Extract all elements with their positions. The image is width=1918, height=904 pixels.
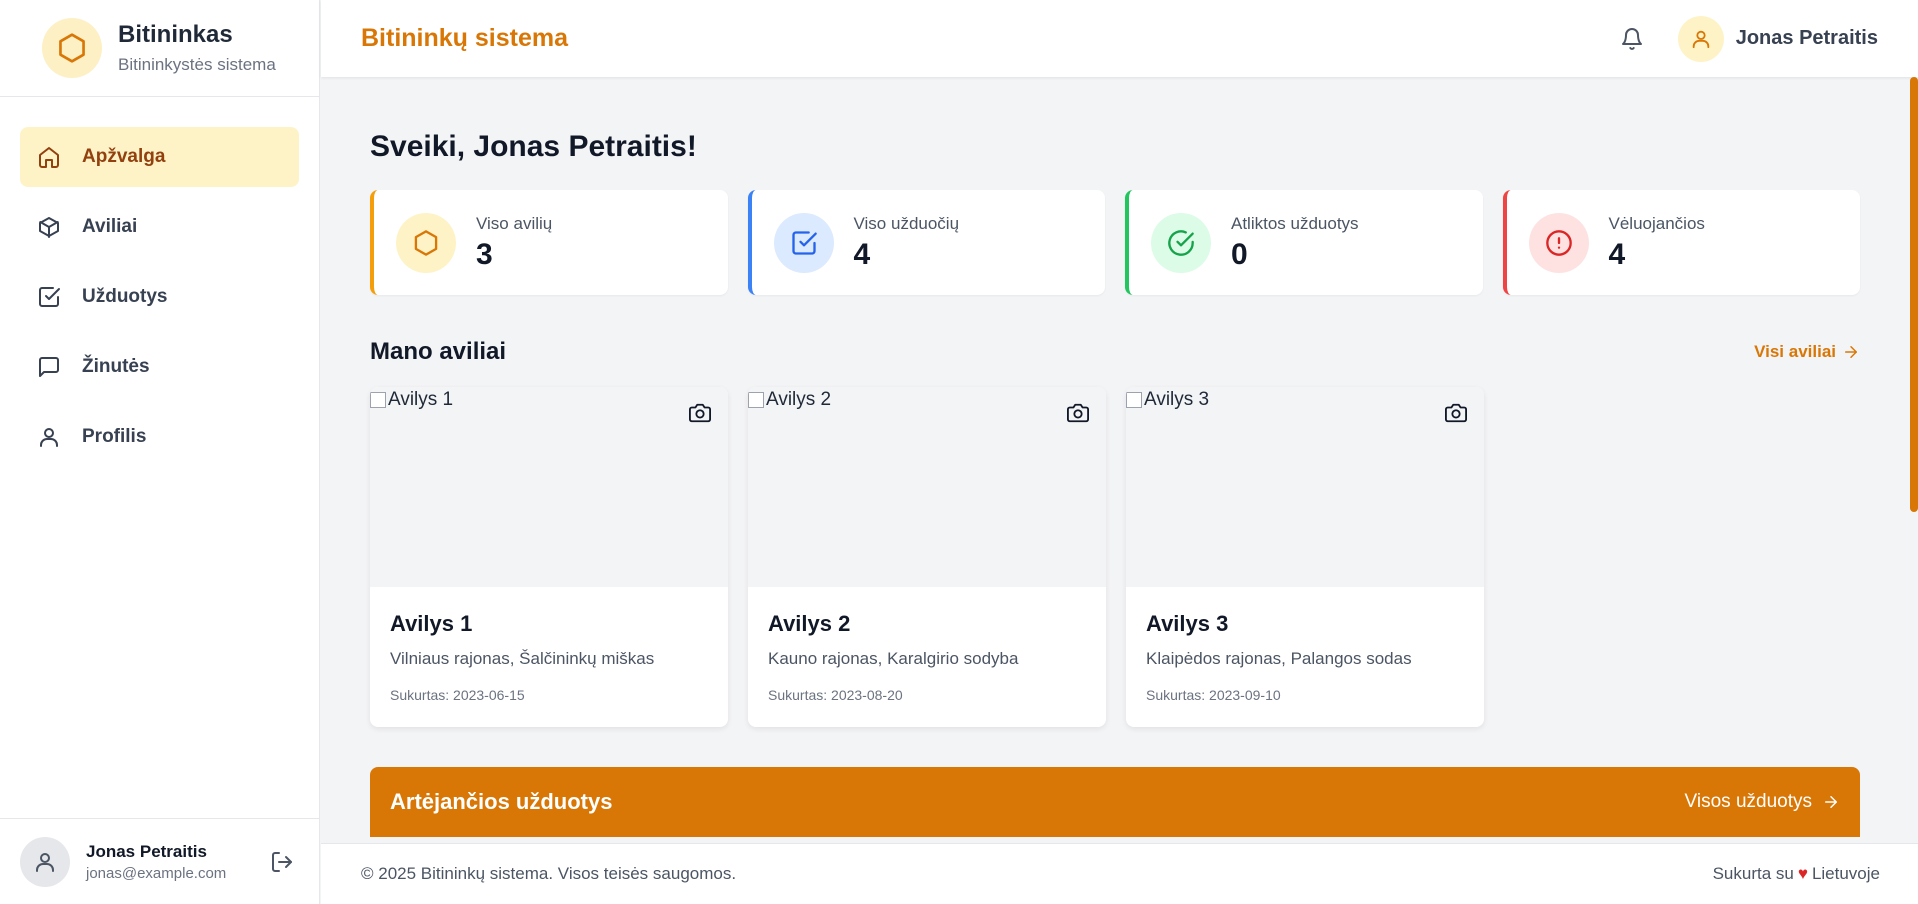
sidebar-nav: Apžvalga Aviliai Užduotys Žinutės Profil… [0, 127, 319, 467]
greeting: Sveiki, Jonas Petraitis! [370, 130, 697, 163]
broken-image-alt: Avilys 3 [1126, 389, 1209, 411]
main-content: Sveiki, Jonas Petraitis! Viso avilių 3 V… [370, 77, 1860, 837]
stats-row: Viso avilių 3 Viso užduočių 4 Atliktos u… [370, 190, 1860, 295]
hive-location: Vilniaus rajonas, Šalčininkų miškas [390, 649, 655, 668]
hive-card[interactable]: Avilys 2 Avilys 2 Kauno rajonas, Karalgi… [748, 387, 1106, 727]
logout-button[interactable] [264, 844, 300, 880]
top-header: Bitininkų sistema Jonas Petraitis [321, 0, 1918, 77]
sidebar-user-email: jonas@example.com [86, 864, 227, 882]
sidebar-item-uzduotys[interactable]: Užduotys [20, 267, 299, 327]
stat-card-overdue: Vėluojančios 4 [1502, 190, 1860, 295]
avatar[interactable] [1677, 15, 1724, 62]
sidebar-item-apzvalga[interactable]: Apžvalga [20, 127, 299, 187]
stat-card-hives: Viso avilių 3 [370, 190, 728, 295]
broken-image-alt: Avilys 1 [370, 389, 453, 411]
broken-image-icon [1126, 392, 1142, 408]
sidebar-item-label: Apžvalga [82, 146, 166, 167]
camera-icon [689, 403, 711, 423]
stat-card-tasks: Viso užduočių 4 [747, 190, 1105, 295]
scrollbar-thumb[interactable] [1910, 77, 1918, 512]
section-title: Mano aviliai [370, 338, 507, 365]
broken-image-alt: Avilys 2 [748, 389, 831, 411]
hive-created-date: Sukurtas: 2023-08-20 [768, 687, 903, 703]
notifications-button[interactable] [1614, 21, 1650, 57]
hive-location: Kauno rajonas, Karalgirio sodyba [768, 649, 1019, 668]
alert-circle-icon [1528, 212, 1589, 273]
scrollbar[interactable] [1910, 77, 1918, 843]
brand: Bitininkas Bitininkystės sistema [0, 0, 319, 97]
brand-subtitle: Bitininkystės sistema [118, 55, 276, 74]
header-user-name[interactable]: Jonas Petraitis [1736, 27, 1878, 50]
section-title: Artėjančios užduotys [390, 789, 613, 814]
stat-value: 3 [476, 237, 493, 271]
sidebar-user: Jonas Petraitis jonas@example.com [0, 818, 320, 904]
hive-image: Avilys 1 [370, 387, 728, 587]
page-title: Bitininkų sistema [361, 24, 568, 52]
all-hives-link[interactable]: Visi aviliai [1754, 342, 1860, 362]
camera-icon [1067, 403, 1089, 423]
camera-icon [1445, 403, 1467, 423]
hive-image: Avilys 2 [748, 387, 1106, 587]
all-tasks-link[interactable]: Visos užduotys [1685, 791, 1840, 813]
sidebar-item-label: Aviliai [82, 216, 138, 237]
footer-copyright: © 2025 Bitininkų sistema. Visos teisės s… [361, 864, 737, 883]
hive-created-date: Sukurtas: 2023-09-10 [1146, 687, 1281, 703]
user-icon [36, 424, 62, 450]
hive-card[interactable]: Avilys 1 Avilys 1 Vilniaus rajonas, Šalč… [370, 387, 728, 727]
checkbox-icon [36, 284, 62, 310]
sidebar-item-label: Žinutės [82, 356, 150, 377]
sidebar: Bitininkas Bitininkystės sistema Apžvalg… [0, 0, 320, 904]
sidebar-item-label: Užduotys [82, 286, 168, 307]
stat-label: Atliktos užduotys [1231, 213, 1359, 233]
footer-made-with: Sukurta su ♥ Lietuvoje [1712, 864, 1880, 883]
home-icon [36, 144, 62, 170]
sidebar-item-label: Profilis [82, 426, 147, 447]
avatar [20, 836, 70, 887]
check-circle-icon [1151, 212, 1211, 273]
hexagon-icon [396, 212, 456, 273]
hive-card[interactable]: Avilys 3 Avilys 3 Klaipėdos rajonas, Pal… [1126, 387, 1484, 727]
stat-card-done: Atliktos užduotys 0 [1125, 190, 1483, 295]
hive-created-date: Sukurtas: 2023-06-15 [390, 687, 525, 703]
camera-button[interactable] [1064, 399, 1092, 427]
sidebar-user-name: Jonas Petraitis [86, 841, 207, 861]
stat-label: Viso užduočių [853, 213, 960, 233]
bell-icon [1621, 27, 1642, 50]
hive-name: Avilys 2 [768, 611, 851, 636]
upcoming-tasks-header: Artėjančios užduotys Visos užduotys [370, 767, 1860, 837]
stat-value: 4 [1608, 237, 1626, 271]
stat-value: 4 [853, 237, 871, 271]
sidebar-item-aviliai[interactable]: Aviliai [20, 197, 299, 257]
footer: © 2025 Bitininkų sistema. Visos teisės s… [321, 843, 1918, 904]
arrow-right-icon [1845, 346, 1857, 358]
cube-icon [36, 214, 62, 240]
hive-name: Avilys 1 [390, 611, 473, 636]
checkbox-icon [773, 212, 834, 273]
heart-icon: ♥ [1797, 864, 1808, 883]
all-tasks-link-label: Visos užduotys [1684, 791, 1812, 812]
camera-button[interactable] [1442, 399, 1470, 427]
stat-label: Viso avilių [476, 213, 553, 233]
hive-location: Klaipėdos rajonas, Palangos sodas [1146, 649, 1412, 668]
brand-title: Bitininkas [118, 21, 233, 48]
sidebar-item-profilis[interactable]: Profilis [20, 407, 299, 467]
all-hives-link-label: Visi aviliai [1754, 342, 1836, 361]
hive-image: Avilys 3 [1126, 387, 1484, 587]
broken-image-icon [370, 392, 386, 408]
stat-value: 0 [1231, 237, 1248, 271]
logout-icon [272, 851, 292, 872]
camera-button[interactable] [686, 399, 714, 427]
hexagon-logo-icon [42, 18, 102, 78]
arrow-right-icon [1825, 796, 1837, 808]
stat-label: Vėluojančios [1608, 213, 1705, 233]
message-icon [36, 354, 62, 380]
hives-section-header: Mano aviliai Visi aviliai [370, 337, 1860, 367]
hives-grid: Avilys 1 Avilys 1 Vilniaus rajonas, Šalč… [370, 387, 1860, 727]
broken-image-icon [748, 392, 764, 408]
sidebar-item-zinutes[interactable]: Žinutės [20, 337, 299, 397]
hive-name: Avilys 3 [1146, 611, 1229, 636]
